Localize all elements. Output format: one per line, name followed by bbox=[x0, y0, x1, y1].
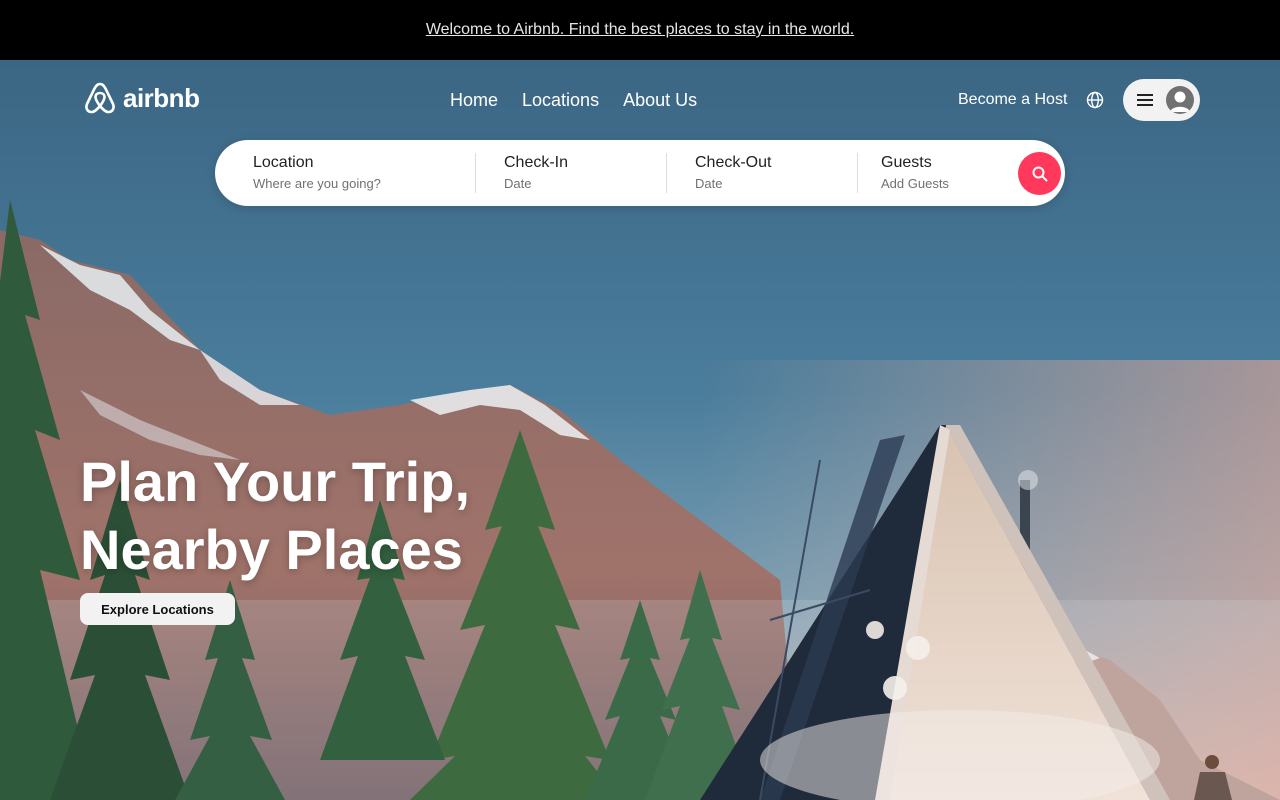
search-icon bbox=[1032, 166, 1047, 181]
check-in-value: Date bbox=[504, 176, 532, 191]
explore-locations-button[interactable]: Explore Locations bbox=[80, 593, 235, 625]
announcement-bar: Welcome to Airbnb. Find the best places … bbox=[0, 0, 1280, 60]
guests-label: Guests bbox=[881, 154, 932, 171]
announcement-link[interactable]: Welcome to Airbnb. Find the best places … bbox=[426, 21, 854, 39]
hamburger-menu-icon bbox=[1137, 94, 1153, 106]
search-divider bbox=[666, 153, 667, 193]
guests-value: Add Guests bbox=[881, 176, 949, 191]
search-button[interactable] bbox=[1018, 152, 1061, 195]
hero-headline: Plan Your Trip, Nearby Places bbox=[80, 448, 470, 584]
check-in-field[interactable]: Check-In Date bbox=[504, 154, 568, 191]
location-field[interactable]: Location bbox=[253, 154, 443, 193]
main-nav: Home Locations About Us bbox=[450, 90, 697, 111]
airbnb-logo-icon bbox=[85, 82, 115, 114]
user-avatar-icon bbox=[1166, 86, 1194, 114]
location-label: Location bbox=[253, 154, 314, 171]
check-out-field[interactable]: Check-Out Date bbox=[695, 154, 771, 191]
hero-headline-line-2: Nearby Places bbox=[80, 518, 463, 581]
search-bar: Location Check-In Date Check-Out Date Gu… bbox=[215, 140, 1065, 206]
search-divider bbox=[475, 153, 476, 193]
check-out-value: Date bbox=[695, 176, 723, 191]
become-host-link[interactable]: Become a Host bbox=[958, 91, 1067, 109]
check-in-label: Check-In bbox=[504, 154, 569, 171]
guests-field[interactable]: Guests Add Guests bbox=[881, 154, 949, 191]
logo-text: airbnb bbox=[123, 82, 200, 113]
check-out-label: Check-Out bbox=[695, 154, 772, 171]
nav-home[interactable]: Home bbox=[450, 90, 498, 111]
search-divider bbox=[857, 153, 858, 193]
user-menu-button[interactable] bbox=[1123, 79, 1200, 121]
nav-about-us[interactable]: About Us bbox=[623, 90, 697, 111]
globe-icon[interactable] bbox=[1086, 91, 1104, 109]
location-input[interactable] bbox=[253, 176, 443, 191]
nav-locations[interactable]: Locations bbox=[522, 90, 599, 111]
airbnb-logo[interactable]: airbnb bbox=[83, 80, 200, 116]
hero-headline-line-1: Plan Your Trip, bbox=[80, 450, 471, 513]
hero-section: airbnb Home Locations About Us Become a … bbox=[0, 60, 1280, 800]
